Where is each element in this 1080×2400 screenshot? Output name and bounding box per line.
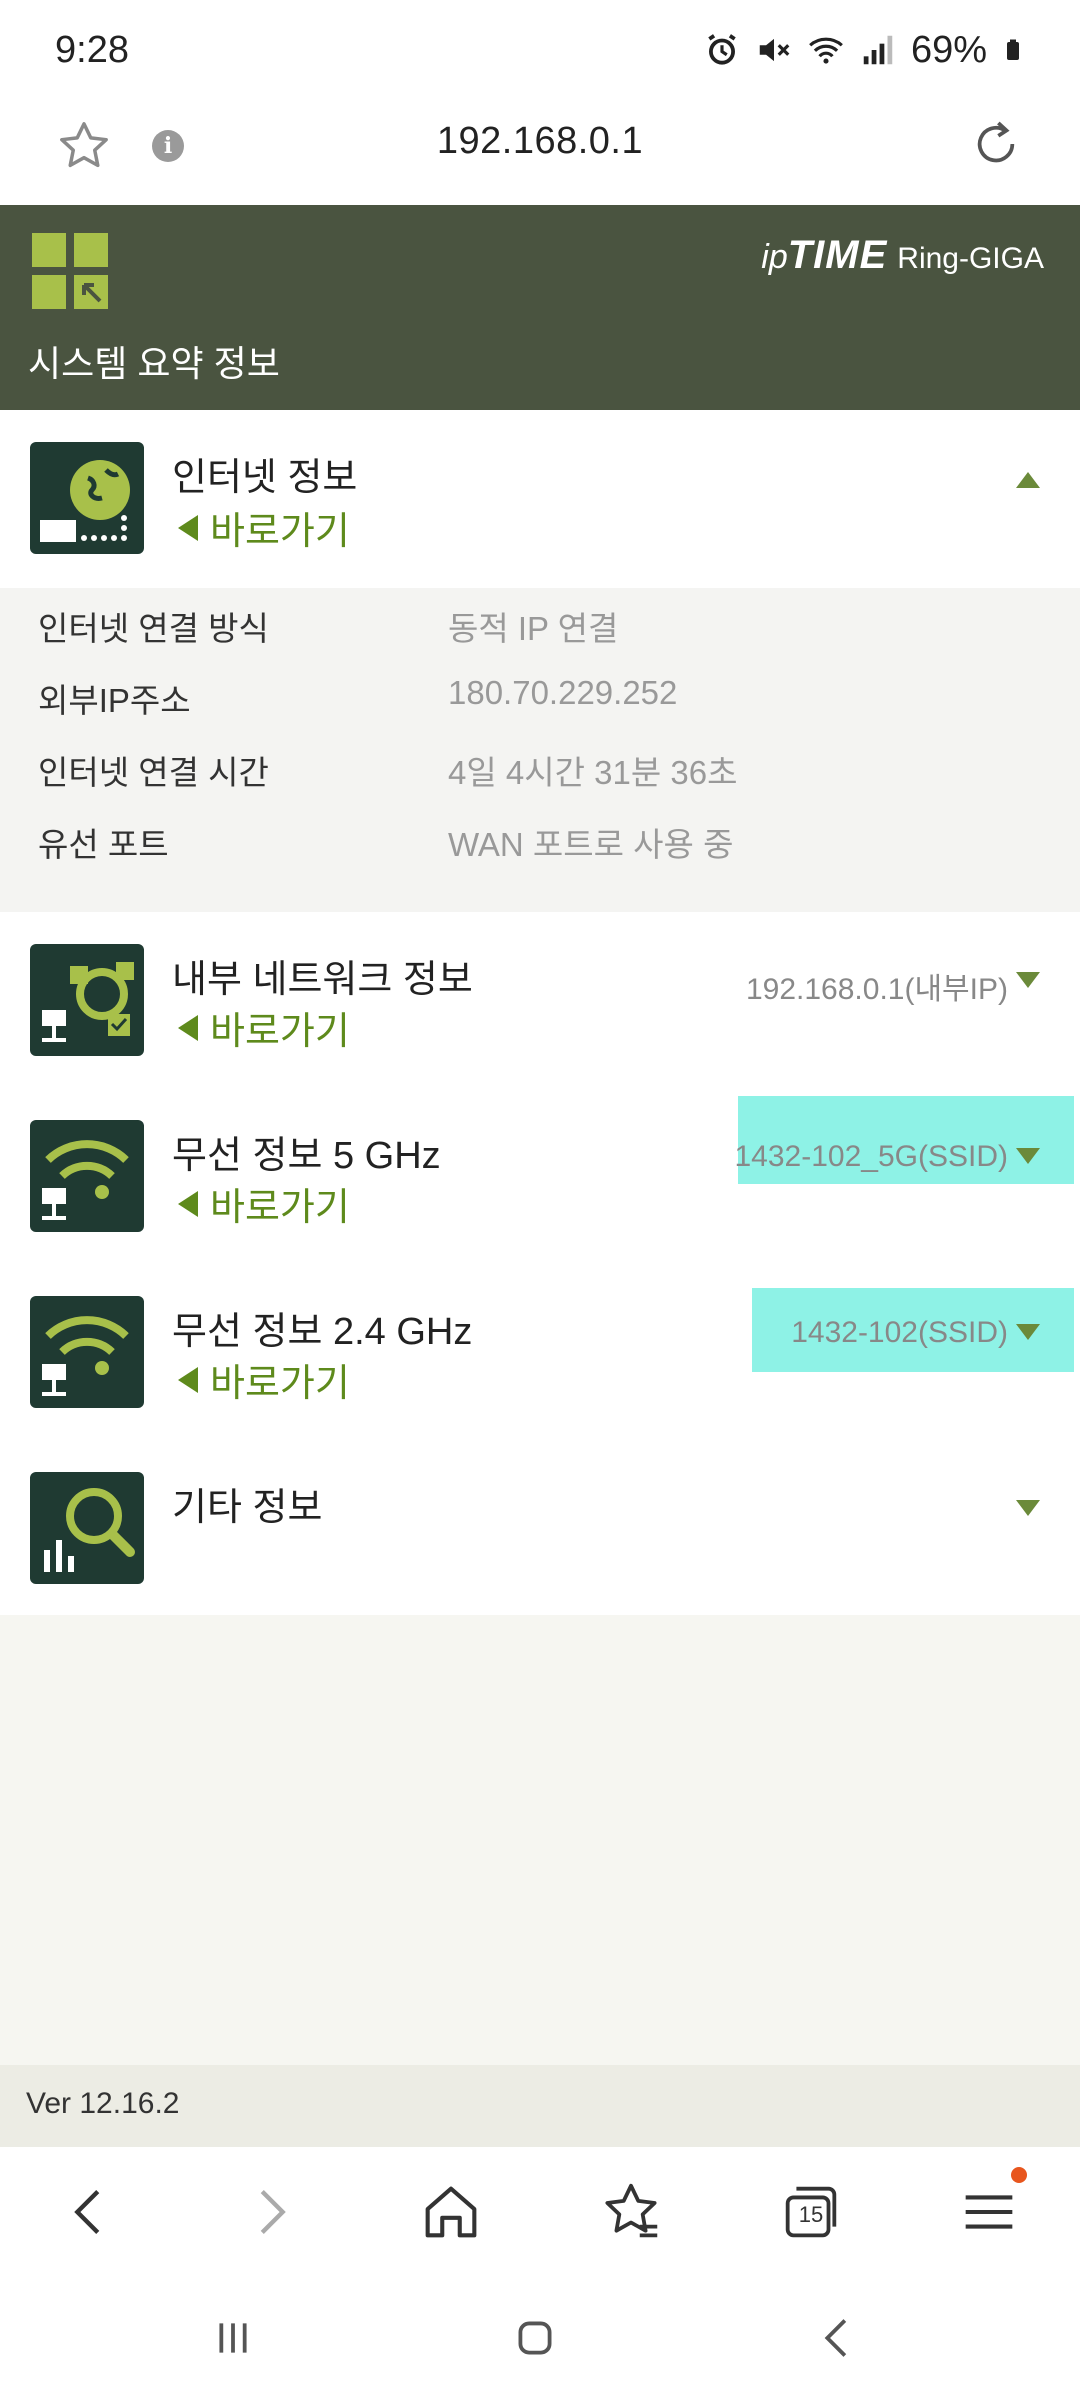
chevron-left-icon [74,2190,100,2234]
shortcut-link[interactable]: 바로가기 [178,500,350,555]
hamburger-menu-icon [965,2195,1013,2229]
page-title: 시스템 요약 정보 [28,343,280,384]
detail-label: 인터넷 연결 방식 [38,610,269,647]
detail-row: 인터넷 연결 시간 4일 4시간 31분 36초 [0,732,1080,804]
back-button[interactable] [54,2177,124,2247]
address-bar: i 192.168.0.1 [0,100,1080,205]
bookmarks-icon [605,2183,658,2238]
left-triangle-icon [178,1014,198,1041]
detail-row: 유선 포트 WAN 포트로 사용 중 [0,804,1080,876]
detail-value: 동적 IP 연결 [448,610,619,647]
model-name: Ring-GIGA [897,242,1044,275]
home-button[interactable] [416,2177,486,2247]
battery-percent: 69% [910,28,987,71]
chevron-right-icon [260,2190,286,2234]
section-wifi-5ghz[interactable]: 무선 정보 5 GHz 바로가기 1432-102_5G(SSID) [0,1088,1080,1264]
notification-dot [1011,2167,1027,2183]
section-value: 1432-102_5G(SSID) [734,1140,1009,1173]
detail-value: 180.70.229.252 [448,674,678,711]
section-value: 192.168.0.1(내부IP) [745,973,1008,1006]
signal-icon [863,35,893,65]
magnifier-chart-icon [30,1472,144,1584]
status-bar: 9:28 69% [0,0,1080,100]
expand-arrow-icon[interactable] [1016,1148,1040,1164]
globe-icon [30,442,144,554]
back-nav-button[interactable] [804,2303,874,2373]
expand-arrow-icon[interactable] [1016,1324,1040,1340]
left-triangle-icon [178,1366,198,1393]
alarm-icon [708,34,736,65]
recent-apps-icon [219,2323,247,2353]
detail-label: 외부IP주소 [38,682,191,719]
detail-row: 인터넷 연결 방식 동적 IP 연결 [0,588,1080,660]
forward-button[interactable] [236,2177,306,2247]
left-triangle-icon [178,1190,198,1217]
recent-apps-button[interactable] [198,2303,268,2373]
section-etc[interactable]: 기타 정보 [0,1440,1080,1615]
menu-grid-icon[interactable] [32,233,108,309]
detail-value: 4일 4시간 31분 36초 [448,754,738,791]
detail-value: WAN 포트로 사용 중 [448,826,734,863]
system-nav-bar [0,2277,1080,2400]
tabs-button[interactable]: 15 [776,2177,846,2247]
section-internet[interactable]: 인터넷 정보 바로가기 [0,410,1080,588]
router-header: ipTIME Ring-GIGA 시스템 요약 정보 [0,205,1080,410]
status-icons: 69% [703,29,1025,72]
menu-button[interactable] [954,2177,1024,2247]
section-value: 1432-102(SSID) [791,1316,1008,1349]
detail-row: 외부IP주소 180.70.229.252 [0,660,1080,732]
section-title: 인터넷 정보 [172,457,358,499]
section-lan[interactable]: 내부 네트워크 정보 바로가기 192.168.0.1(내부IP) [0,912,1080,1088]
back-nav-icon [824,2319,847,2357]
shortcut-link[interactable]: 바로가기 [178,1176,350,1231]
browser-toolbar: 15 [0,2147,1080,2277]
version-bar: Ver 12.16.2 [0,2065,1080,2147]
empty-area [0,1615,1080,2065]
brand-logo: ipTIME Ring-GIGA [761,233,1044,277]
expand-arrow-icon[interactable] [1016,972,1040,988]
shortcut-link[interactable]: 바로가기 [178,1352,350,1407]
detail-label: 유선 포트 [38,826,169,863]
home-nav-button[interactable] [500,2303,570,2373]
version-text: Ver 12.16.2 [26,2087,180,2120]
section-title: 무선 정보 2.4 GHz [172,1311,473,1353]
section-title: 기타 정보 [172,1487,323,1529]
expand-arrow-icon[interactable] [1016,1500,1040,1516]
home-square-icon [518,2321,552,2355]
network-icon [30,944,144,1056]
wifi-icon [30,1296,144,1408]
mute-icon [759,38,790,62]
tab-count: 15 [798,2202,824,2227]
url-text[interactable]: 192.168.0.1 [0,120,1080,163]
section-title: 내부 네트워크 정보 [172,959,473,1001]
collapse-arrow-icon[interactable] [1016,472,1040,488]
wifi-status-icon [809,37,843,64]
reload-icon[interactable] [968,116,1024,172]
internet-details-table: 인터넷 연결 방식 동적 IP 연결 외부IP주소 180.70.229.252… [0,588,1080,912]
shortcut-link[interactable]: 바로가기 [178,1000,350,1055]
section-wifi-24ghz[interactable]: 무선 정보 2.4 GHz 바로가기 1432-102(SSID) [0,1264,1080,1440]
wifi-icon [30,1120,144,1232]
status-time: 9:28 [55,28,129,71]
battery-icon [1007,39,1019,60]
home-icon [425,2186,477,2238]
section-title: 무선 정보 5 GHz [172,1135,441,1177]
detail-label: 인터넷 연결 시간 [38,754,269,791]
bookmarks-button[interactable] [596,2177,666,2247]
left-triangle-icon [178,514,198,541]
